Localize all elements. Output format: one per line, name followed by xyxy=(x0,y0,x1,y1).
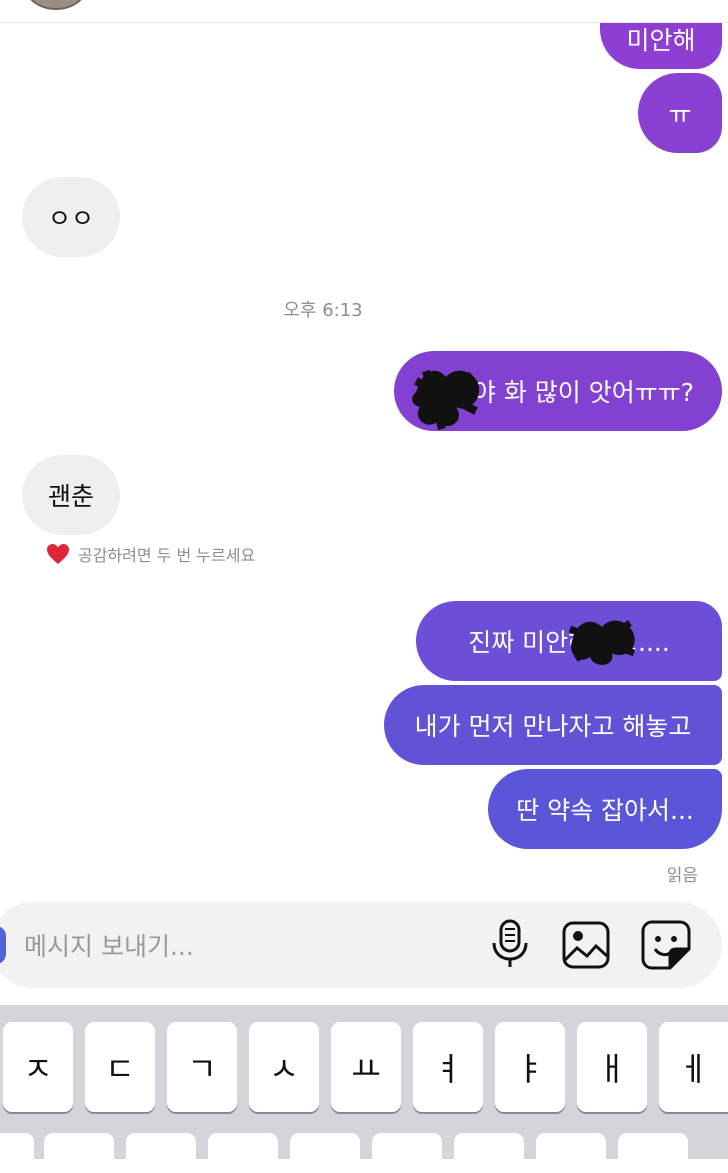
message-text: 괜춘 xyxy=(47,482,94,511)
message-text: ㅇㅇ xyxy=(47,204,94,233)
key[interactable]: ㄱ xyxy=(167,1022,237,1112)
message-timestamp: 오후 6:13 xyxy=(283,300,363,321)
message-bubble-outgoing[interactable]: 미안해 xyxy=(600,23,722,69)
message-text: 딴 약속 잡아서... xyxy=(516,796,694,825)
message-text: 미안해 xyxy=(626,26,696,55)
key[interactable]: ㅔ xyxy=(659,1022,728,1112)
key[interactable] xyxy=(126,1133,196,1173)
message-text: ㅠ xyxy=(668,100,692,129)
message-bubble-incoming[interactable]: ㅇㅇ xyxy=(22,177,120,257)
image-icon[interactable] xyxy=(559,918,613,972)
key[interactable]: ㅑ xyxy=(495,1022,565,1112)
message-text: 야 화 많이 앗어ㅠㅠ? xyxy=(472,378,694,407)
key[interactable]: ㅕ xyxy=(413,1022,483,1112)
key[interactable]: ㄷ xyxy=(85,1022,155,1112)
message-text: 내가 먼저 만나자고 해놓고 xyxy=(414,712,692,741)
chat-header xyxy=(0,0,728,23)
message-input[interactable] xyxy=(22,928,446,964)
avatar[interactable] xyxy=(24,0,88,10)
key[interactable]: ㅛ xyxy=(331,1022,401,1112)
heart-icon xyxy=(47,544,69,564)
reaction-hint-text: 공감하려면 두 번 누르세요 xyxy=(78,546,256,565)
message-bubble-outgoing[interactable]: ㅠ xyxy=(638,73,722,153)
microphone-icon[interactable] xyxy=(483,918,537,972)
key[interactable] xyxy=(454,1133,524,1173)
message-bubble-outgoing[interactable]: 딴 약속 잡아서... xyxy=(488,769,722,849)
key[interactable] xyxy=(290,1133,360,1173)
redaction-scribble xyxy=(412,369,480,431)
message-bubble-incoming[interactable]: 괜춘 xyxy=(22,455,120,535)
message-list[interactable]: 미안해 ㅠ ㅇㅇ 야 화 많이 앗어ㅠㅠ? 괜춘 공감하려면 두 번 누르세요 … xyxy=(0,23,728,900)
key[interactable]: ㅐ xyxy=(577,1022,647,1112)
message-bubble-outgoing[interactable]: 내가 먼저 만나자고 해놓고 xyxy=(384,685,722,765)
keyboard: ㅈ ㄷ ㄱ ㅅ ㅛ ㅕ ㅑ ㅐ ㅔ xyxy=(0,1005,728,1173)
key[interactable] xyxy=(618,1133,688,1173)
sticker-icon[interactable] xyxy=(639,918,693,972)
key[interactable] xyxy=(44,1133,114,1173)
redaction-scribble xyxy=(568,620,636,665)
key[interactable]: ㅈ xyxy=(3,1022,73,1112)
reaction-hint: 공감하려면 두 번 누르세요 xyxy=(46,542,255,566)
read-receipt: 읽음 xyxy=(666,866,698,886)
key[interactable] xyxy=(372,1133,442,1173)
key[interactable] xyxy=(208,1133,278,1173)
key[interactable] xyxy=(0,1133,34,1173)
key[interactable] xyxy=(536,1133,606,1173)
key[interactable]: ㅅ xyxy=(249,1022,319,1112)
